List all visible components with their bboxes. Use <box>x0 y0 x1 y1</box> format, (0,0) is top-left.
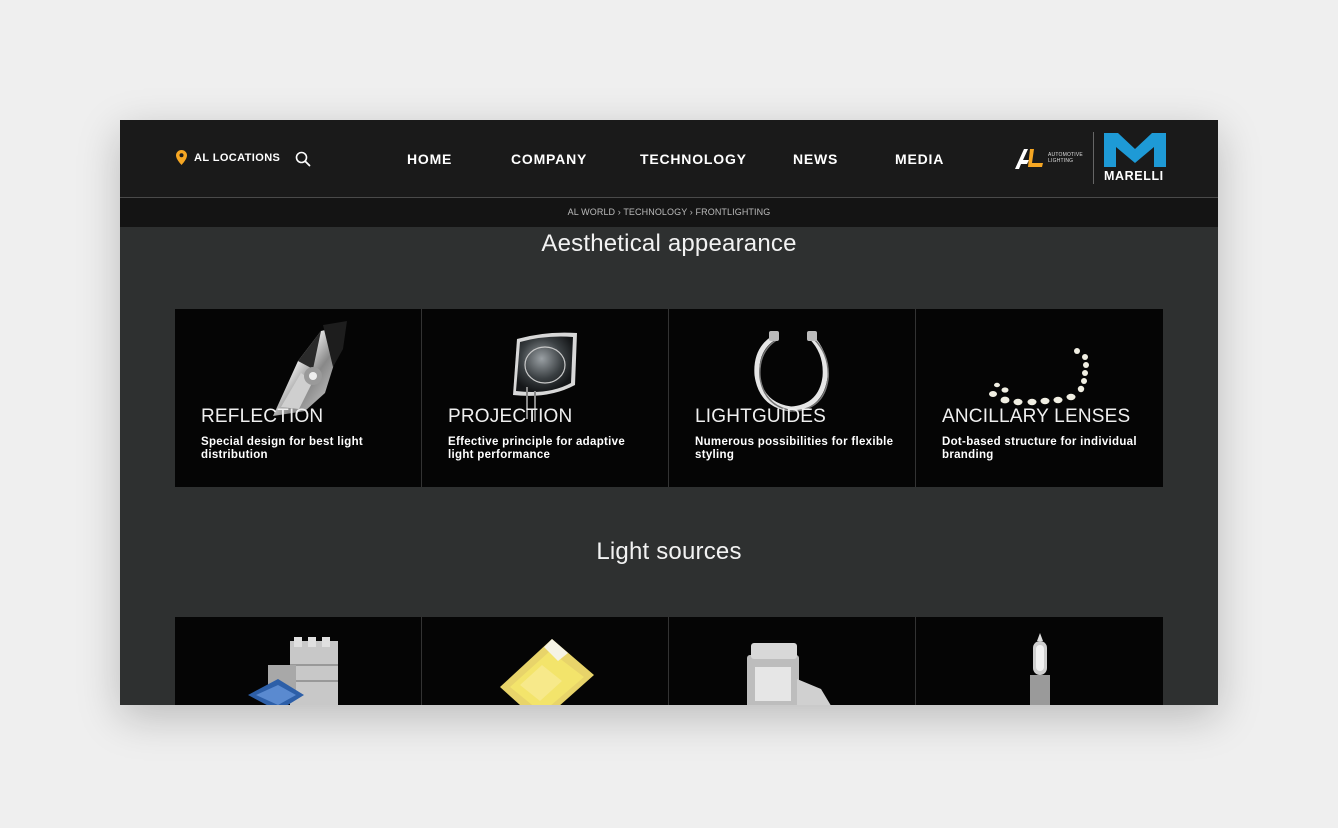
section-title-aesthetical: Aesthetical appearance <box>541 230 797 257</box>
nav-media[interactable]: MEDIA <box>895 151 944 167</box>
breadcrumb-al-world[interactable]: AL WORLD <box>568 207 615 217</box>
breadcrumb-separator: › <box>689 207 693 217</box>
card-description: Dot-based structure for individual brand… <box>942 436 1137 461</box>
al-logo-subtext: AUTOMOTIVE LIGHTING <box>1048 152 1083 164</box>
breadcrumb: AL WORLD › TECHNOLOGY › FRONTLIGHTING <box>120 207 1218 217</box>
marelli-wordmark: MARELLI <box>1104 169 1164 183</box>
xenon-bulb-image <box>747 643 831 705</box>
card-title: ANCILLARY LENSES <box>942 406 1131 427</box>
light-sources-card-grid <box>175 617 1163 705</box>
card-reflection[interactable]: REFLECTION Special design for best light… <box>175 309 422 487</box>
breadcrumb-technology[interactable]: TECHNOLOGY <box>623 207 687 217</box>
aesthetical-card-grid: REFLECTION Special design for best light… <box>175 309 1163 487</box>
marelli-logo[interactable]: MARELLI <box>1104 133 1168 183</box>
card-laser-module[interactable] <box>175 617 422 705</box>
led-chip-image <box>500 639 594 705</box>
al-locations-label: AL LOCATIONS <box>194 151 281 164</box>
card-led-chip[interactable] <box>422 617 669 705</box>
al-locations-link[interactable]: AL LOCATIONS <box>176 150 280 165</box>
laser-module-image <box>248 637 338 705</box>
al-logo-icon <box>1015 149 1043 169</box>
nav-news[interactable]: NEWS <box>793 151 838 167</box>
browser-page: AL LOCATIONS HOME COMPANY TECHNOLOGY NEW… <box>120 120 1218 705</box>
location-pin-icon <box>176 150 187 165</box>
breadcrumb-frontlighting[interactable]: FRONTLIGHTING <box>696 207 771 217</box>
card-description: Numerous possibilities for flexible styl… <box>695 436 894 461</box>
al-automotive-lighting-logo[interactable]: AUTOMOTIVE LIGHTING <box>1015 147 1083 169</box>
card-title: LIGHTGUIDES <box>695 406 826 427</box>
led-dot-array-image <box>988 348 1089 406</box>
nav-technology[interactable]: TECHNOLOGY <box>640 151 747 167</box>
card-title: PROJECTION <box>448 406 573 427</box>
card-ancillary-lenses[interactable]: ANCILLARY LENSES Dot-based structure for… <box>916 309 1163 487</box>
card-description: Effective principle for adaptive light p… <box>448 436 626 461</box>
section-title-light-sources: Light sources <box>596 538 742 565</box>
nav-company[interactable]: COMPANY <box>511 151 587 167</box>
logo-divider <box>1093 132 1094 184</box>
light-guide-ring-image <box>754 331 829 412</box>
card-projection[interactable]: PROJECTION Effective principle for adapt… <box>422 309 669 487</box>
nav-home[interactable]: HOME <box>407 151 452 167</box>
card-lightguides[interactable]: LIGHTGUIDES Numerous possibilities for f… <box>669 309 916 487</box>
search-icon <box>295 151 311 167</box>
breadcrumb-bar: AL WORLD › TECHNOLOGY › FRONTLIGHTING <box>120 198 1218 227</box>
al-logo-subtext-line: LIGHTING <box>1048 158 1074 164</box>
marelli-m-icon <box>1104 133 1166 167</box>
halogen-bulb-image <box>1029 633 1050 705</box>
top-navigation: AL LOCATIONS HOME COMPANY TECHNOLOGY NEW… <box>120 120 1218 198</box>
search-button[interactable] <box>295 151 311 167</box>
card-xenon-bulb[interactable] <box>669 617 916 705</box>
card-title: REFLECTION <box>201 406 324 427</box>
card-halogen-bulb[interactable] <box>916 617 1163 705</box>
card-description: Special design for best light distributi… <box>201 436 364 461</box>
breadcrumb-separator: › <box>617 207 621 217</box>
